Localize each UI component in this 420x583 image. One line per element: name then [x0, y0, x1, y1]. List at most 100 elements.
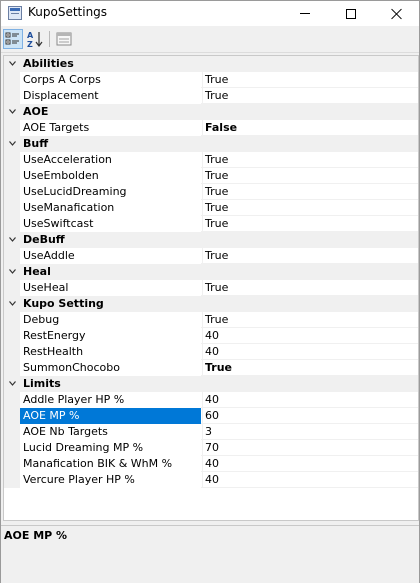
property-value[interactable]: 40 [202, 344, 418, 360]
property-name[interactable]: Debug [4, 312, 201, 328]
category-label: AOE [23, 105, 49, 118]
property-value[interactable]: True [202, 280, 418, 296]
property-row[interactable]: Debug True [4, 312, 418, 328]
property-row[interactable]: AOE Nb Targets 3 [4, 424, 418, 440]
property-name[interactable]: SummonChocobo [4, 360, 201, 376]
chevron-down-icon[interactable] [9, 140, 16, 147]
property-row[interactable]: Lucid Dreaming MP % 70 [4, 440, 418, 456]
property-row[interactable]: UseAddle True [4, 248, 418, 264]
property-name[interactable]: Manafication BIK & WhM % [4, 456, 201, 472]
property-value[interactable]: 70 [202, 440, 418, 456]
category-label: DeBuff [23, 233, 65, 246]
property-row[interactable]: UseSwiftcast True [4, 216, 418, 232]
property-row[interactable]: UseHeal True [4, 280, 418, 296]
category-row[interactable]: Abilities [4, 56, 418, 72]
property-name[interactable]: UseHeal [4, 280, 201, 296]
property-pages-icon [56, 32, 72, 46]
property-value[interactable]: 3 [202, 424, 418, 440]
property-row[interactable]: AOE Targets False [4, 120, 418, 136]
property-name[interactable]: UseManafication [4, 200, 201, 216]
property-value[interactable]: 40 [202, 472, 418, 488]
category-label: Kupo Setting [23, 297, 104, 310]
chevron-down-icon[interactable] [9, 380, 16, 387]
category-row[interactable]: DeBuff [4, 232, 418, 248]
maximize-button[interactable] [328, 1, 374, 26]
category-row[interactable]: Heal [4, 264, 418, 280]
property-name[interactable]: UseLucidDreaming [4, 184, 201, 200]
property-pages-button[interactable] [54, 29, 74, 49]
property-name[interactable]: RestHealth [4, 344, 201, 360]
property-row[interactable]: Addle Player HP % 40 [4, 392, 418, 408]
property-value[interactable]: True [202, 168, 418, 184]
category-row[interactable]: Buff [4, 136, 418, 152]
chevron-down-icon[interactable] [9, 60, 16, 67]
category-row[interactable]: Limits [4, 376, 418, 392]
maximize-icon [346, 8, 356, 19]
property-grid-toolbar: A Z [1, 26, 419, 53]
property-value[interactable]: True [202, 200, 418, 216]
property-value[interactable]: 40 [202, 456, 418, 472]
window-title: KupoSettings [28, 5, 108, 19]
category-label: Limits [23, 377, 61, 390]
chevron-down-icon[interactable] [9, 236, 16, 243]
property-value[interactable]: 60 [202, 408, 418, 424]
toolbar-separator [49, 31, 50, 47]
property-name[interactable]: Lucid Dreaming MP % [4, 440, 201, 456]
property-row[interactable]: SummonChocobo True [4, 360, 418, 376]
category-label: Abilities [23, 57, 74, 70]
property-name[interactable]: AOE Nb Targets [4, 424, 201, 440]
property-name[interactable]: RestEnergy [4, 328, 201, 344]
category-row[interactable]: Kupo Setting [4, 296, 418, 312]
app-window-icon [8, 6, 22, 20]
property-name[interactable]: AOE Targets [4, 120, 201, 136]
property-row[interactable]: AOE MP % 60 [4, 408, 418, 424]
property-value[interactable]: True [202, 88, 418, 104]
property-value[interactable]: True [202, 312, 418, 328]
property-value[interactable]: True [202, 152, 418, 168]
property-name[interactable]: AOE MP % [4, 408, 201, 424]
close-button[interactable] [374, 1, 420, 26]
description-pane: AOE MP % [1, 525, 419, 583]
chevron-down-icon[interactable] [9, 268, 16, 275]
chevron-down-icon[interactable] [9, 300, 16, 307]
property-name[interactable]: Vercure Player HP % [4, 472, 201, 488]
property-value[interactable]: True [202, 216, 418, 232]
property-row[interactable]: RestHealth 40 [4, 344, 418, 360]
alphabetical-button[interactable]: A Z [25, 29, 45, 49]
close-icon [391, 8, 403, 20]
category-label: Heal [23, 265, 51, 278]
kuposettings-window: KupoSettings A Z Abilities Corps A Corps… [0, 0, 420, 583]
property-row[interactable]: Displacement True [4, 88, 418, 104]
property-name[interactable]: UseEmbolden [4, 168, 201, 184]
property-row[interactable]: UseManafication True [4, 200, 418, 216]
property-row[interactable]: Manafication BIK & WhM % 40 [4, 456, 418, 472]
property-row[interactable]: RestEnergy 40 [4, 328, 418, 344]
minimize-icon [300, 13, 310, 14]
property-value[interactable]: 40 [202, 392, 418, 408]
property-grid[interactable]: Abilities Corps A Corps True Displacement Tr… [3, 55, 419, 521]
property-value[interactable]: True [202, 184, 418, 200]
property-value[interactable]: True [202, 72, 418, 88]
property-value[interactable]: True [202, 248, 418, 264]
property-name[interactable]: Corps A Corps [4, 72, 201, 88]
property-name[interactable]: UseSwiftcast [4, 216, 201, 232]
property-name[interactable]: UseAcceleration [4, 152, 201, 168]
property-row[interactable]: Corps A Corps True [4, 72, 418, 88]
property-value[interactable]: False [202, 120, 418, 136]
title-bar[interactable]: KupoSettings [1, 1, 419, 26]
property-row[interactable]: UseLucidDreaming True [4, 184, 418, 200]
property-name[interactable]: UseAddle [4, 248, 201, 264]
minimize-button[interactable] [282, 1, 328, 26]
chevron-down-icon[interactable] [9, 108, 16, 115]
property-row[interactable]: Vercure Player HP % 40 [4, 472, 418, 488]
categorized-button[interactable] [3, 29, 23, 49]
alphabetical-sort-icon: A Z [27, 31, 43, 49]
property-name[interactable]: Displacement [4, 88, 201, 104]
category-row[interactable]: AOE [4, 104, 418, 120]
property-name[interactable]: Addle Player HP % [4, 392, 201, 408]
svg-text:A: A [27, 31, 34, 40]
property-row[interactable]: UseAcceleration True [4, 152, 418, 168]
property-row[interactable]: UseEmbolden True [4, 168, 418, 184]
property-value[interactable]: True [202, 360, 418, 376]
property-value[interactable]: 40 [202, 328, 418, 344]
